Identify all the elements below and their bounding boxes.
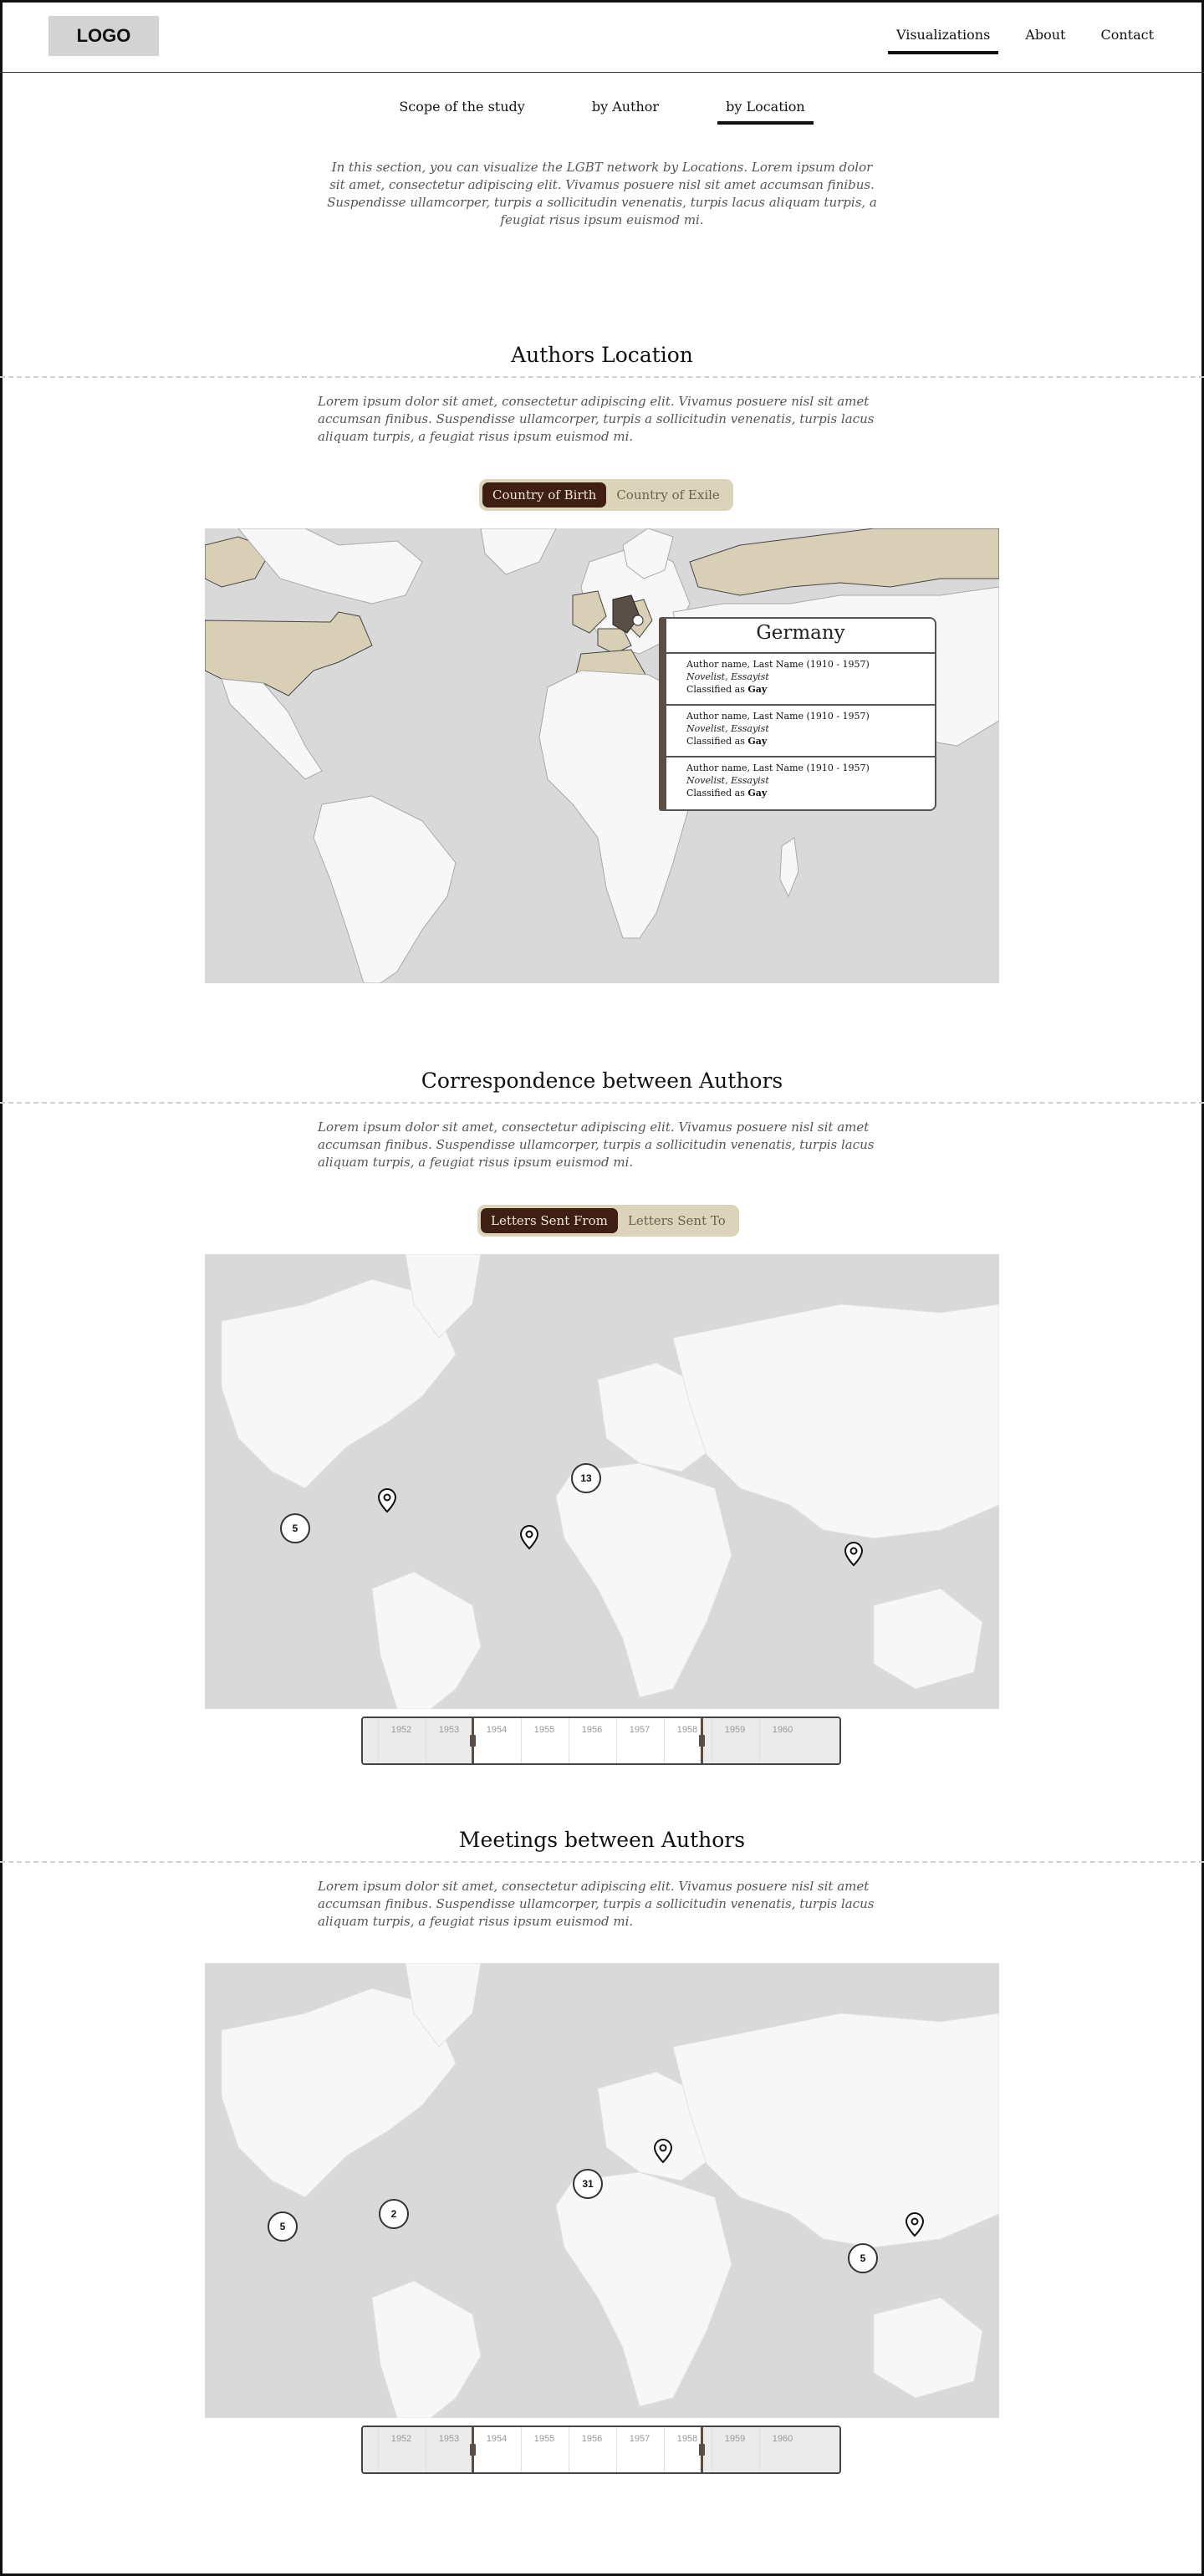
header-divider — [0, 72, 1204, 73]
logo[interactable]: LOGO — [48, 16, 159, 56]
section-text-location: Lorem ipsum dolor sit amet, consectetur … — [318, 394, 875, 444]
author-role: Novelist, Essayist — [686, 775, 769, 786]
correspondence-timeline[interactable]: 1952 1953 1954 1955 1956 1957 1958 1959 1960 — [361, 1716, 841, 1765]
timeline-handle-grip[interactable] — [470, 2444, 476, 2456]
toggle-country-of-birth[interactable]: Country of Birth — [482, 482, 607, 508]
author-name: Author name, Last Name (1910 - 1957) — [686, 659, 870, 670]
section-text-correspondence: Lorem ipsum dolor sit amet, consectetur … — [318, 1120, 875, 1170]
popup-author-entry[interactable]: Author name, Last Name (1910 - 1957) Nov… — [666, 706, 935, 757]
timeline-tick — [664, 1718, 665, 1763]
timeline-out-of-range — [701, 2427, 839, 2472]
timeline-year-label: 1957 — [629, 1725, 650, 1735]
timeline-handle-grip[interactable] — [470, 1735, 476, 1747]
nav-visualizations[interactable]: Visualizations — [887, 25, 999, 54]
section-title-location: Authors Location — [511, 343, 693, 367]
section-divider — [0, 1861, 1204, 1863]
tab-by-location[interactable]: by Location — [717, 99, 814, 125]
author-name: Author name, Last Name (1910 - 1957) — [686, 711, 870, 722]
timeline-tick — [759, 2427, 760, 2472]
toggle-country-of-exile[interactable]: Country of Exile — [606, 482, 730, 508]
tab-scope[interactable]: Scope of the study — [399, 99, 525, 120]
timeline-tick — [759, 1718, 760, 1763]
meetings-map-svg — [205, 1963, 999, 2418]
location-pin-icon[interactable] — [378, 1488, 396, 1513]
section-title-meetings: Meetings between Authors — [458, 1828, 746, 1852]
timeline-year-label: 1953 — [438, 2434, 460, 2444]
timeline-tick — [378, 1718, 379, 1763]
section-text-meetings: Lorem ipsum dolor sit amet, consectetur … — [318, 1879, 875, 1929]
timeline-out-of-range — [701, 1718, 839, 1763]
marker-count-badge[interactable]: 13 — [571, 1463, 601, 1493]
location-pin-icon[interactable] — [520, 1525, 538, 1550]
toggle-letters-sent-from[interactable]: Letters Sent From — [481, 1208, 618, 1233]
meetings-map[interactable] — [205, 1963, 999, 2418]
location-pin-icon[interactable] — [654, 2139, 672, 2164]
marker-count-badge[interactable]: 5 — [848, 2243, 878, 2273]
marker-count-badge[interactable]: 31 — [573, 2169, 603, 2199]
timeline-tick — [616, 2427, 617, 2472]
intro-text: In this section, you can visualize the L… — [327, 160, 877, 227]
country-popup: Germany Author name, Last Name (1910 - 1… — [659, 617, 936, 811]
timeline-year-label: 1958 — [676, 1725, 698, 1735]
author-classification: Classified as Gay — [686, 736, 768, 747]
marker-count-badge[interactable]: 5 — [280, 1513, 310, 1543]
location-pin-icon[interactable] — [844, 1542, 863, 1567]
nav-contact[interactable]: Contact — [1100, 25, 1154, 49]
timeline-year-label: 1959 — [724, 2434, 746, 2444]
timeline-tick — [521, 2427, 522, 2472]
timeline-year-label: 1953 — [438, 1725, 460, 1735]
timeline-handle-grip[interactable] — [699, 2444, 705, 2456]
timeline-tick — [378, 2427, 379, 2472]
location-pin-icon[interactable] — [906, 2212, 924, 2237]
timeline-tick — [664, 2427, 665, 2472]
meetings-timeline[interactable]: 1952 1953 1954 1955 1956 1957 1958 1959 1960 — [361, 2426, 841, 2474]
timeline-year-label: 1956 — [581, 1725, 603, 1735]
timeline-year-label: 1958 — [676, 2434, 698, 2444]
section-title-correspondence: Correspondence between Authors — [421, 1069, 783, 1093]
timeline-year-label: 1955 — [533, 2434, 555, 2444]
timeline-tick — [616, 1718, 617, 1763]
main-nav: Visualizations About Contact — [861, 25, 1154, 54]
section-divider — [0, 376, 1204, 378]
timeline-year-label: 1960 — [772, 2434, 793, 2444]
marker-count-badge[interactable]: 5 — [268, 2211, 298, 2242]
marker-count-badge[interactable]: 2 — [379, 2199, 409, 2229]
popup-country-name: Germany — [666, 619, 935, 654]
letters-toggle: Letters Sent From Letters Sent To — [477, 1205, 739, 1237]
nav-about[interactable]: About — [1025, 25, 1065, 49]
author-role: Novelist, Essayist — [686, 671, 769, 682]
author-classification: Classified as Gay — [686, 788, 768, 798]
author-classification: Classified as Gay — [686, 684, 768, 695]
sub-nav: Scope of the study by Author by Location — [0, 99, 1204, 125]
timeline-year-label: 1955 — [533, 1725, 555, 1735]
tab-by-author[interactable]: by Author — [592, 99, 659, 120]
correspondence-map[interactable] — [205, 1254, 999, 1709]
timeline-year-label: 1956 — [581, 2434, 603, 2444]
toggle-letters-sent-to[interactable]: Letters Sent To — [618, 1208, 736, 1233]
author-name: Author name, Last Name (1910 - 1957) — [686, 763, 870, 773]
timeline-year-label: 1957 — [629, 2434, 650, 2444]
timeline-year-label: 1959 — [724, 1725, 746, 1735]
author-role: Novelist, Essayist — [686, 723, 769, 734]
correspondence-map-svg — [205, 1254, 999, 1709]
timeline-handle-grip[interactable] — [699, 1735, 705, 1747]
timeline-year-label: 1954 — [486, 2434, 508, 2444]
timeline-year-label: 1954 — [486, 1725, 508, 1735]
timeline-tick — [521, 1718, 522, 1763]
section-divider — [0, 1102, 1204, 1104]
timeline-year-label: 1952 — [390, 1725, 412, 1735]
timeline-year-label: 1960 — [772, 1725, 793, 1735]
popup-author-entry[interactable]: Author name, Last Name (1910 - 1957) Nov… — [666, 757, 935, 809]
timeline-year-label: 1952 — [390, 2434, 412, 2444]
birth-exile-toggle: Country of Birth Country of Exile — [479, 479, 733, 511]
popup-author-entry[interactable]: Author name, Last Name (1910 - 1957) Nov… — [666, 654, 935, 706]
